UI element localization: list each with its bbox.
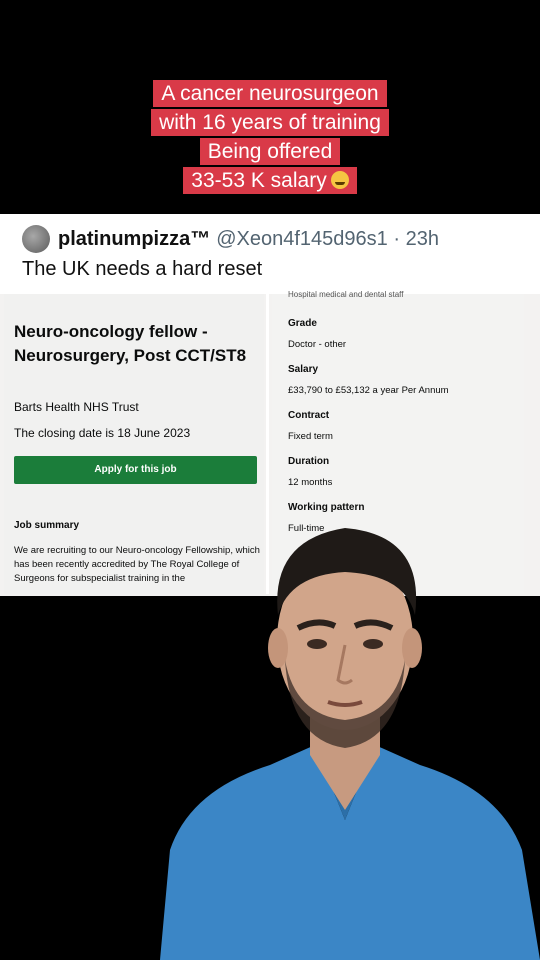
- caption-line-4-text: 33-53 K salary: [191, 169, 327, 192]
- job-summary-heading: Job summary: [14, 520, 80, 531]
- eye-right: [363, 639, 383, 649]
- tweet-text: The UK needs a hard reset: [22, 258, 263, 280]
- staff-group-text: Hospital medical and dental staff: [288, 290, 404, 299]
- video-caption: A cancer neurosurgeon with 16 years of t…: [0, 80, 540, 196]
- field-value: Doctor - other: [288, 339, 347, 350]
- field-label: Contract: [288, 410, 330, 421]
- field-grade: Grade Doctor - other: [288, 318, 518, 350]
- crying-face-icon: [330, 171, 349, 189]
- field-label: Grade: [288, 318, 317, 329]
- field-label: Working pattern: [288, 502, 365, 513]
- field-contract: Contract Fixed term: [288, 410, 518, 442]
- job-closing-date: The closing date is 18 June 2023: [14, 426, 191, 440]
- tweet-header: platinumpizza™ @Xeon4f145d96s1 · 23h: [22, 224, 530, 254]
- field-value: 12 months: [288, 477, 333, 488]
- field-label: Duration: [288, 456, 330, 467]
- field-value: £33,790 to £53,132 a year Per Annum: [288, 385, 449, 396]
- caption-line-4: 33-53 K salary: [183, 167, 357, 194]
- field-value: Fixed term: [288, 431, 333, 442]
- job-title: Neuro-oncology fellow - Neurosurgery, Po…: [14, 322, 247, 365]
- eye-left: [307, 639, 327, 649]
- tweet-display-name[interactable]: platinumpizza™: [58, 228, 210, 251]
- avatar[interactable]: [22, 225, 50, 253]
- ear-right: [402, 628, 422, 668]
- presenter-video-figure: [160, 528, 540, 960]
- caption-line-3: Being offered: [199, 138, 341, 165]
- ear-left: [268, 628, 288, 668]
- field-salary: Salary £33,790 to £53,132 a year Per Ann…: [288, 364, 518, 396]
- tweet-handle: @Xeon4f145d96s1 · 23h: [216, 228, 439, 251]
- tweet-time: · 23h: [393, 227, 439, 250]
- field-duration: Duration 12 months: [288, 456, 518, 488]
- field-label: Salary: [288, 364, 319, 375]
- caption-line-2: with 16 years of training: [151, 109, 389, 136]
- caption-line-1: A cancer neurosurgeon: [153, 80, 387, 107]
- tweet-handle-text: @Xeon4f145d96s1: [216, 227, 388, 250]
- apply-button[interactable]: Apply for this job: [14, 456, 257, 484]
- job-employer: Barts Health NHS Trust: [14, 400, 139, 414]
